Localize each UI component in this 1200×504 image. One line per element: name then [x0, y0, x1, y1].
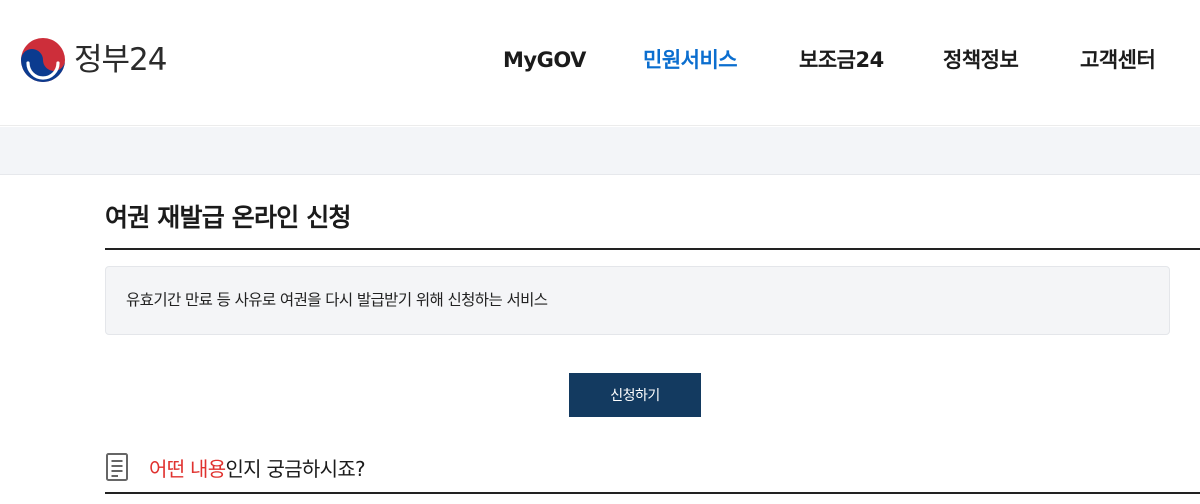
faq-title-highlight: 어떤 내용: [149, 456, 226, 481]
faq-divider: [105, 492, 1200, 494]
nav-customer-center[interactable]: 고객센터: [1080, 44, 1156, 76]
nav-mygov[interactable]: MyGOV: [503, 44, 586, 76]
service-description: 유효기간 만료 등 사유로 여권을 다시 발급받기 위해 신청하는 서비스: [126, 291, 548, 309]
page-title: 여권 재발급 온라인 신청: [105, 203, 352, 232]
breadcrumb-band: [0, 127, 1200, 175]
apply-button[interactable]: 신청하기: [569, 373, 701, 417]
faq-heading: 어떤 내용인지 궁금하시죠?: [105, 448, 366, 486]
logo-text: 정부24: [74, 42, 167, 78]
taegeuk-icon: [21, 38, 65, 82]
nav-policy-info[interactable]: 정책정보: [943, 44, 1019, 76]
service-description-box: 유효기간 만료 등 사유로 여권을 다시 발급받기 위해 신청하는 서비스: [105, 266, 1170, 335]
document-icon: [106, 453, 128, 481]
faq-title-rest: 인지 궁금하시죠?: [225, 456, 365, 481]
title-divider: [105, 248, 1200, 250]
nav-civil-services[interactable]: 민원서비스: [643, 44, 738, 76]
site-header: 정부24 MyGOV 민원서비스 보조금24 정책정보 고객센터: [0, 0, 1200, 126]
nav-subsidy24[interactable]: 보조금24: [799, 44, 884, 76]
faq-title: 어떤 내용인지 궁금하시죠?: [149, 453, 366, 482]
gov24-logo[interactable]: 정부24: [20, 37, 167, 83]
